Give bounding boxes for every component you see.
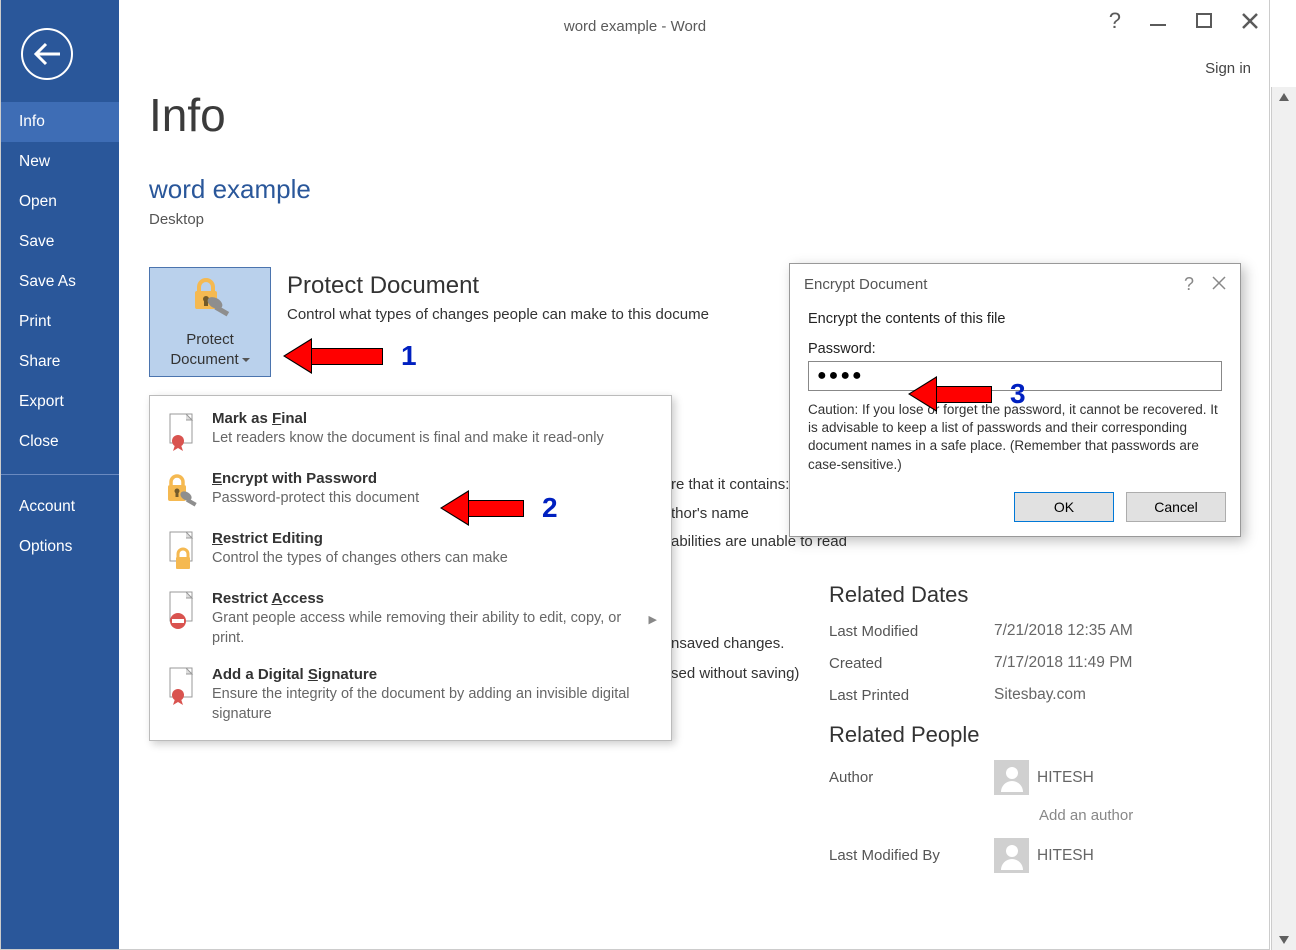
properties-pane: Related Dates Last Modified7/21/2018 12:… (829, 582, 1209, 887)
annotation-arrow-1: 1 (285, 340, 417, 372)
submenu-arrow-icon: ▶ (649, 613, 657, 626)
document-ribbon-icon (164, 666, 198, 708)
sidebar-item-print[interactable]: Print (1, 302, 119, 342)
lock-key-icon (187, 275, 233, 324)
last-modified-row: Last Modified7/21/2018 12:35 AM (829, 622, 1209, 640)
related-dates-heading: Related Dates (829, 582, 1209, 608)
annotation-arrow-3: 3 (910, 378, 1026, 410)
ok-button[interactable]: OK (1014, 492, 1114, 522)
sidebar-item-info[interactable]: Info (1, 102, 119, 142)
manage-document-fragment: nsaved changes. sed without saving) (671, 629, 799, 689)
password-label: Password: (808, 341, 1222, 357)
sidebar-separator (1, 474, 119, 475)
document-lock-icon (164, 530, 198, 572)
document-location: Desktop (149, 211, 1269, 228)
menu-add-digital-signature[interactable]: Add a Digital SignatureEnsure the integr… (150, 658, 671, 734)
dialog-help-icon[interactable]: ? (1184, 274, 1194, 295)
dropdown-arrow-icon (242, 358, 250, 362)
sidebar-item-new[interactable]: New (1, 142, 119, 182)
author-row: Author HITESH (829, 760, 1209, 795)
vertical-scrollbar[interactable] (1271, 87, 1296, 950)
related-people-heading: Related People (829, 722, 1209, 748)
protect-section-desc: Control what types of changes people can… (287, 306, 709, 323)
last-printed-row: Last PrintedSitesbay.com (829, 686, 1209, 704)
menu-restrict-access[interactable]: Restrict AccessGrant people access while… (150, 582, 671, 658)
last-modified-by-row: Last Modified By HITESH (829, 838, 1209, 873)
add-author-link[interactable]: Add an author (1039, 807, 1133, 824)
menu-mark-as-final[interactable]: Mark as FinalLet readers know the docume… (150, 402, 671, 462)
sidebar-item-options[interactable]: Options (1, 527, 119, 567)
avatar-icon (994, 838, 1029, 873)
avatar-icon (994, 760, 1029, 795)
menu-restrict-editing[interactable]: Restrict EditingControl the types of cha… (150, 522, 671, 582)
menu-encrypt-with-password[interactable]: Encrypt with PasswordPassword-protect th… (150, 462, 671, 522)
sidebar-item-account[interactable]: Account (1, 487, 119, 527)
backstage-sidebar: Info New Open Save Save As Print Share E… (1, 0, 119, 949)
protect-button-label: ProtectDocument (170, 330, 249, 369)
created-row: Created7/17/2018 11:49 PM (829, 654, 1209, 672)
sidebar-item-save[interactable]: Save (1, 222, 119, 262)
document-ribbon-icon (164, 410, 198, 452)
annotation-arrow-2: 2 (442, 492, 558, 524)
protect-section-title: Protect Document (287, 272, 709, 300)
document-name: word example (149, 174, 1269, 205)
last-modified-by-name[interactable]: HITESH (1037, 847, 1094, 865)
scroll-up-icon[interactable] (1278, 91, 1290, 103)
sidebar-item-close[interactable]: Close (1, 422, 119, 462)
document-no-entry-icon (164, 590, 198, 632)
dialog-title-bar: Encrypt Document ? (790, 264, 1240, 303)
dialog-caution-text: Caution: If you lose or forget the passw… (808, 401, 1222, 474)
scroll-down-icon[interactable] (1278, 934, 1290, 946)
sidebar-item-export[interactable]: Export (1, 382, 119, 422)
backstage-view: word example - Word ? Sign in Info New O… (0, 0, 1270, 950)
protect-document-button[interactable]: ProtectDocument (149, 267, 271, 377)
dialog-close-icon[interactable] (1212, 274, 1226, 295)
sidebar-item-open[interactable]: Open (1, 182, 119, 222)
protect-section: Protect Document Control what types of c… (287, 272, 709, 323)
author-name[interactable]: HITESH (1037, 769, 1094, 787)
dialog-title: Encrypt Document (804, 276, 1184, 293)
protect-document-dropdown: Mark as FinalLet readers know the docume… (149, 395, 672, 741)
sidebar-item-share[interactable]: Share (1, 342, 119, 382)
sidebar-item-save-as[interactable]: Save As (1, 262, 119, 302)
dialog-instruction: Encrypt the contents of this file (808, 311, 1222, 327)
page-title: Info (149, 88, 1269, 142)
lock-key-icon (164, 470, 198, 512)
cancel-button[interactable]: Cancel (1126, 492, 1226, 522)
